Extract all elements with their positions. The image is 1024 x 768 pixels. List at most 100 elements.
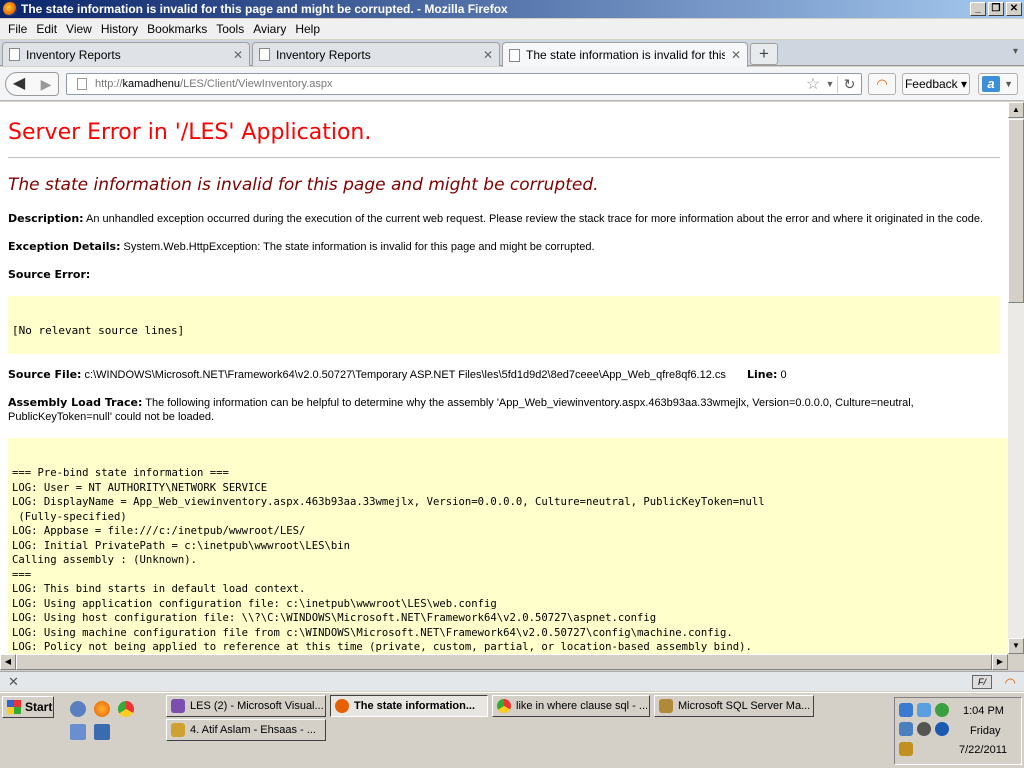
scroll-corner (1008, 654, 1024, 670)
close-addon-bar-icon[interactable]: ✕ (8, 674, 19, 690)
tab-strip: Inventory Reports ✕ Inventory Reports ✕ … (0, 40, 1024, 67)
update-tray-icon[interactable] (935, 722, 949, 736)
new-tab-button[interactable]: + (750, 43, 778, 65)
rainbow-addon-icon[interactable]: ◠ (868, 73, 896, 95)
firebug-icon[interactable]: F/ (972, 675, 992, 689)
minimize-button[interactable]: _ (970, 2, 986, 16)
divider (8, 157, 1000, 158)
start-button[interactable]: Start (2, 696, 54, 718)
trace-line: Calling assembly : (Unknown). (12, 554, 197, 566)
line-value: 0 (780, 369, 787, 381)
trace-line: (Fully-specified) (12, 510, 127, 523)
horizontal-scrollbar[interactable]: ◀ ▶ (0, 654, 1008, 670)
trace-line: LOG: Policy not being applied to referen… (12, 641, 752, 653)
window-title-bar[interactable]: The state information is invalid for thi… (0, 0, 1024, 18)
tab-close-icon[interactable]: ✕ (731, 48, 741, 62)
vertical-scroll-thumb[interactable] (1008, 119, 1024, 303)
network-tray-icon[interactable] (899, 703, 913, 717)
clock-day: Friday (970, 725, 1001, 737)
bind-log-box: === Pre-bind state information === LOG: U… (8, 438, 1008, 654)
url-bar[interactable]: http://kamadhenu/LES/Client/ViewInventor… (66, 73, 862, 95)
source-error-section: Source Error: (8, 268, 1008, 282)
bookmark-star-icon[interactable]: ☆ (803, 74, 823, 94)
taskbar-item-media-player[interactable]: 4. Atif Aslam - Ehsaas - ... (166, 719, 326, 741)
page-icon (9, 48, 20, 61)
exception-section: Exception Details: System.Web.HttpExcept… (8, 240, 1008, 254)
menu-view[interactable]: View (66, 22, 92, 36)
firefox-quicklaunch-icon[interactable] (94, 701, 110, 717)
forward-arrow-icon[interactable]: ▶ (36, 73, 56, 95)
reload-icon[interactable]: ↻ (837, 75, 861, 93)
close-window-button[interactable]: ✕ (1006, 2, 1022, 16)
tab-inventory-reports-2[interactable]: Inventory Reports ✕ (252, 42, 500, 66)
tab-close-icon[interactable]: ✕ (233, 48, 243, 62)
page-content: Server Error in '/LES' Application. The … (0, 102, 1008, 654)
addon-a-button[interactable]: a ▼ (978, 73, 1018, 95)
network-tray-icon[interactable] (917, 703, 931, 717)
addon-bar: ✕ F/ ◠ (0, 671, 1024, 691)
app-quicklaunch-icon[interactable] (94, 724, 110, 740)
assembly-trace-section: Assembly Load Trace: The following infor… (8, 396, 1008, 424)
navigation-bar: ◀ ▶ http://kamadhenu/LES/Client/ViewInve… (0, 67, 1024, 101)
clock-time[interactable]: 1:04 PM (963, 705, 1004, 717)
menu-tools[interactable]: Tools (216, 22, 244, 36)
trace-line: LOG: DisplayName = App_Web_viewinventory… (12, 496, 765, 508)
description-section: Description: An unhandled exception occu… (8, 212, 1008, 226)
display-tray-icon[interactable] (899, 722, 913, 736)
tab-close-icon[interactable]: ✕ (483, 48, 493, 62)
menu-history[interactable]: History (101, 22, 138, 36)
firefox-icon (3, 2, 17, 16)
chevron-down-icon[interactable]: ▼ (1004, 79, 1013, 89)
tab-inventory-reports-1[interactable]: Inventory Reports ✕ (2, 42, 250, 66)
scroll-down-icon[interactable]: ▼ (1008, 638, 1024, 654)
clock-date: 7/22/2011 (959, 744, 1008, 756)
menu-edit[interactable]: Edit (36, 22, 57, 36)
back-forward-group: ◀ ▶ (5, 72, 59, 96)
source-file-label: Source File: (8, 368, 82, 381)
windows-logo-icon (7, 700, 21, 714)
back-arrow-icon[interactable]: ◀ (7, 73, 31, 95)
feedback-button[interactable]: Feedback ▾ (902, 73, 970, 95)
taskbar-item-chrome[interactable]: like in where clause sql - ... (492, 695, 650, 717)
volume-tray-icon[interactable] (917, 722, 931, 736)
security-tray-icon[interactable] (935, 703, 949, 717)
list-tabs-icon[interactable]: ▾ (1013, 46, 1018, 57)
tools-tray-icon[interactable] (899, 742, 913, 756)
scroll-up-icon[interactable]: ▲ (1008, 102, 1024, 118)
source-error-box: [No relevant source lines] (8, 296, 1000, 354)
horizontal-scroll-thumb[interactable] (16, 654, 992, 670)
trace-line: LOG: This bind starts in default load co… (12, 583, 306, 595)
menu-aviary[interactable]: Aviary (253, 22, 286, 36)
sql-server-icon (659, 699, 673, 713)
taskbar-item-sql-server[interactable]: Microsoft SQL Server Ma... (654, 695, 814, 717)
line-label: Line: (746, 368, 778, 381)
description-text: An unhandled exception occurred during t… (86, 213, 984, 225)
taskbar-item-firefox[interactable]: The state information... (330, 695, 488, 717)
exception-label: Exception Details: (8, 240, 121, 253)
taskbar: Start LES (2) - Microsoft Visual... The … (0, 692, 1024, 768)
chrome-quicklaunch-icon[interactable] (118, 701, 134, 717)
exception-text: System.Web.HttpException: The state info… (123, 241, 595, 253)
paint-quicklaunch-icon[interactable] (70, 724, 86, 740)
tab-label: Inventory Reports (276, 47, 371, 62)
source-error-text: [No relevant source lines] (12, 324, 185, 337)
url-text[interactable]: http://kamadhenu/LES/Client/ViewInventor… (95, 78, 803, 90)
url-history-dropdown-icon[interactable]: ▼ (823, 79, 837, 89)
taskbar-item-visual-studio[interactable]: LES (2) - Microsoft Visual... (166, 695, 326, 717)
rainbow-icon[interactable]: ◠ (1005, 675, 1016, 691)
description-label: Description: (8, 212, 84, 225)
window-title: The state information is invalid for thi… (21, 2, 508, 16)
tab-label: The state information is invalid for thi… (526, 48, 725, 62)
menu-file[interactable]: File (8, 22, 27, 36)
menu-bookmarks[interactable]: Bookmarks (147, 22, 207, 36)
scroll-right-icon[interactable]: ▶ (992, 654, 1008, 670)
scroll-left-icon[interactable]: ◀ (0, 654, 16, 670)
maximize-button[interactable]: ❐ (988, 2, 1004, 16)
tab-state-error[interactable]: The state information is invalid for thi… (502, 42, 748, 67)
vertical-scrollbar[interactable]: ▲ ▼ (1008, 102, 1024, 654)
show-desktop-icon[interactable] (70, 701, 86, 717)
trace-line: === (12, 568, 32, 581)
site-identity-icon[interactable] (77, 78, 87, 90)
menu-help[interactable]: Help (295, 22, 320, 36)
assembly-trace-label: Assembly Load Trace: (8, 396, 143, 409)
